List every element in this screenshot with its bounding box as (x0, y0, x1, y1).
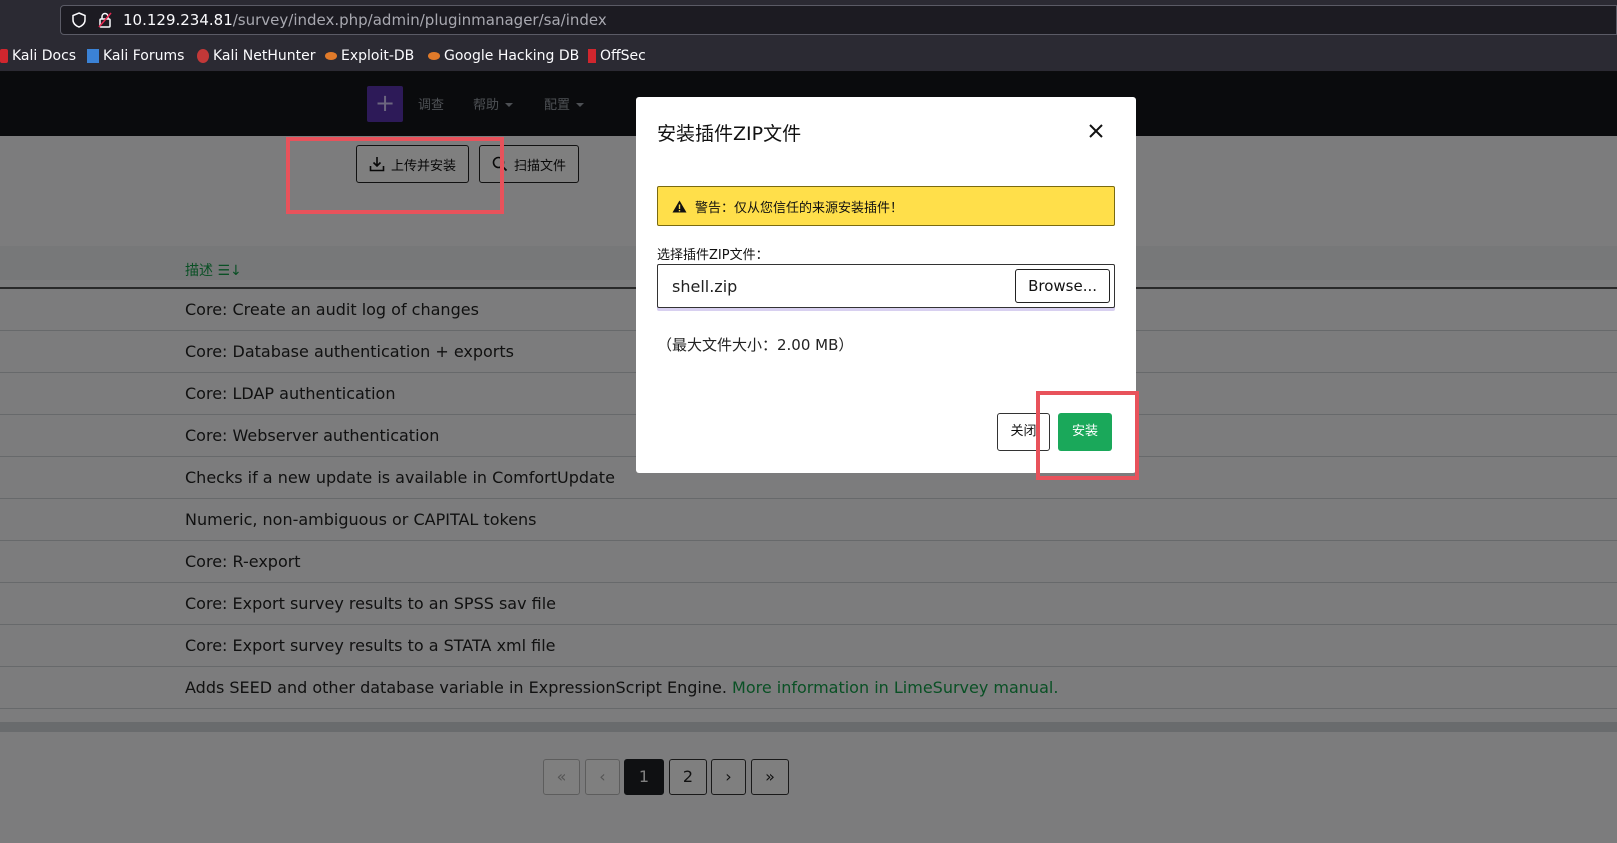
bookmark-label: Kali Docs (12, 48, 77, 64)
address-bar[interactable]: 10.129.234.81/survey/index.php/admin/plu… (60, 5, 1617, 35)
bookmark-label: Kali Forums (103, 48, 185, 64)
browser-toolbar: 10.129.234.81/survey/index.php/admin/plu… (0, 0, 1617, 40)
offsec-icon (588, 49, 596, 63)
file-field-label: 选择插件ZIP文件： (657, 248, 769, 263)
bookmark-kali-nethunter[interactable]: Kali NetHunter (197, 47, 315, 65)
kali-forums-icon (87, 49, 99, 63)
close-button[interactable]: 关闭 (997, 413, 1050, 451)
warning-text: 警告：仅从您信任的来源安装插件！ (695, 200, 904, 216)
selected-file-name: shell.zip (672, 277, 738, 296)
max-file-size-note: （最大文件大小：2.00 MB） (657, 336, 854, 354)
kali-nethunter-icon (197, 49, 209, 63)
bookmark-label: Kali NetHunter (213, 48, 316, 64)
warning-icon (672, 200, 687, 212)
modal-title: 安装插件ZIP文件 (657, 123, 802, 145)
bookmark-label: Google Hacking DB (444, 48, 580, 64)
shield-icon[interactable] (71, 12, 87, 28)
bookmark-label: Exploit-DB (341, 48, 415, 64)
close-icon[interactable] (1087, 122, 1105, 140)
url-text: 10.129.234.81/survey/index.php/admin/plu… (123, 11, 607, 29)
bookmark-google-hacking-db[interactable]: Google Hacking DB (428, 47, 579, 65)
install-plugin-modal: 安装插件ZIP文件 警告：仅从您信任的来源安装插件！ 选择插件ZIP文件： sh… (636, 97, 1136, 473)
lock-icon[interactable] (98, 12, 112, 28)
warning-alert: 警告：仅从您信任的来源安装插件！ (657, 186, 1115, 226)
bookmark-offsec[interactable]: OffSec (588, 47, 646, 65)
google-hacking-db-icon (428, 52, 440, 60)
exploit-db-icon (325, 52, 337, 60)
bookmark-exploit-db[interactable]: Exploit-DB (325, 47, 414, 65)
kali-docs-icon (0, 49, 8, 63)
browse-button[interactable]: Browse... (1015, 269, 1110, 303)
plugin-zip-file-input[interactable]: shell.zip Browse... (657, 264, 1115, 308)
install-button[interactable]: 安装 (1058, 413, 1112, 451)
bookmark-label: OffSec (600, 48, 646, 64)
bookmark-kali-forums[interactable]: Kali Forums (87, 47, 184, 65)
bookmark-kali-docs[interactable]: Kali Docs (0, 47, 76, 65)
url-path: /survey/index.php/admin/pluginmanager/sa… (232, 11, 607, 29)
bookmarks-bar: Kali Docs Kali Forums Kali NetHunter Exp… (0, 40, 1617, 72)
url-host: 10.129.234.81 (123, 11, 233, 29)
